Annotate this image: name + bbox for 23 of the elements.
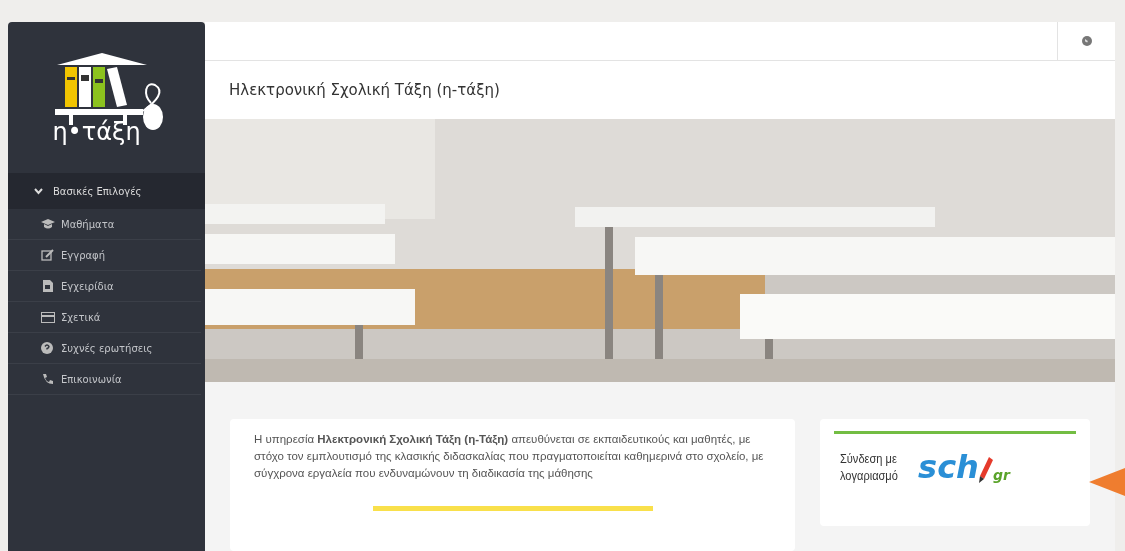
sidebar-item[interactable]: Επικοινωνία	[8, 364, 201, 395]
menu-section-header[interactable]: Βασικές Επιλογές	[8, 173, 205, 209]
logo-text: η•τάξη	[52, 118, 141, 145]
pointer-arrow-icon	[1089, 468, 1125, 496]
chevron-icon	[34, 187, 43, 195]
page-title: Ηλεκτρονική Σχολική Τάξη (η-τάξη)	[229, 80, 500, 99]
sidebar-item[interactable]: Εγγραφή	[8, 240, 201, 271]
sch-logo[interactable]: sch gr	[918, 451, 1010, 483]
phone-icon	[41, 373, 55, 385]
card-icon	[41, 311, 55, 323]
question-icon	[41, 342, 55, 354]
sidebar-item[interactable]: Συχνές ερωτήσεις	[8, 333, 201, 364]
sidebar-item[interactable]: Σχετικά	[8, 302, 201, 333]
sidebar-item[interactable]: Εγχειρίδια	[8, 271, 201, 302]
document-icon	[41, 280, 55, 292]
edit-icon	[41, 249, 55, 261]
intro-text: Η υπηρεσία Ηλεκτρονική Σχολική Τάξη (η-Τάξη) απευθύνεται σε εκπαιδευτικούς και μαθητές, με στόχο τον εμπλουτισμό της κλασικής διδασκαλίας που πραγματοποιείται καθημερινά στο σχολείο, με σύγχρονα εργαλεία που ενδυναμώνουν τη διαδικασία της μάθησης	[254, 432, 765, 481]
globe-icon[interactable]	[1081, 35, 1092, 46]
section-label: Βασικές Επιλογές	[53, 185, 142, 197]
sidebar-item[interactable]: Μαθήματα	[8, 209, 201, 240]
graduation-cap-icon	[41, 218, 55, 230]
login-label: Σύνδεση με λογαριασμό	[840, 450, 898, 484]
login-card[interactable]: Σύνδεση με λογαριασμό sch gr	[820, 419, 1090, 526]
